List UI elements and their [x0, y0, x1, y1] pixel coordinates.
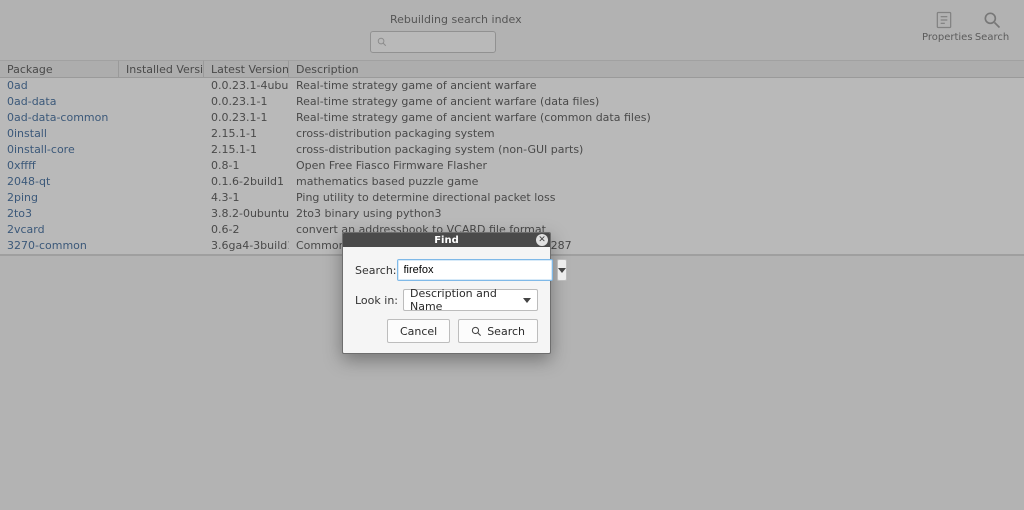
close-button[interactable]: ✕: [536, 234, 548, 246]
lookin-select[interactable]: Description and Name: [403, 289, 538, 311]
close-icon: ✕: [538, 236, 546, 245]
search-history-button[interactable]: [557, 259, 567, 281]
dialog-titlebar[interactable]: Find ✕: [343, 233, 550, 247]
cancel-label: Cancel: [400, 325, 437, 338]
cancel-button[interactable]: Cancel: [387, 319, 450, 343]
chevron-down-icon: [558, 268, 566, 273]
search-label: Search: [487, 325, 525, 338]
search-icon: [471, 326, 482, 337]
dialog-title: Find: [434, 235, 459, 246]
search-field[interactable]: [397, 259, 553, 281]
dialog-search-button[interactable]: Search: [458, 319, 538, 343]
chevron-down-icon: [523, 298, 531, 303]
lookin-value: Description and Name: [410, 287, 523, 313]
find-dialog: Find ✕ Search: Look in: Description and …: [342, 232, 551, 354]
lookin-field-label: Look in:: [355, 294, 403, 307]
search-field-label: Search:: [355, 264, 397, 277]
